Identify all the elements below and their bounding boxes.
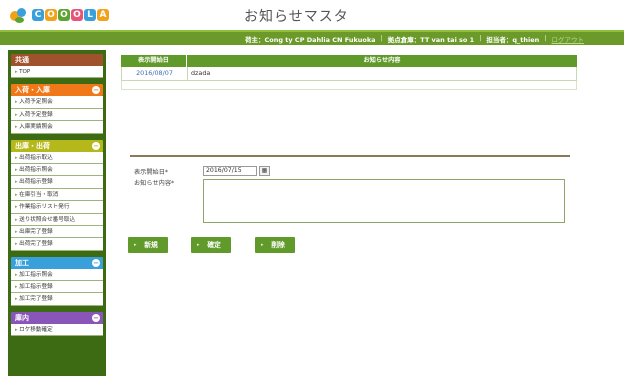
sidebar-item[interactable]: 入荷予定照会 xyxy=(11,96,103,109)
sidebar-group-header[interactable]: 庫内 − xyxy=(11,311,103,324)
user-info-bar: 荷主：Cong ty CP Dahlia CN Fukuoka | 拠点倉庫：T… xyxy=(0,30,624,45)
sidebar-group-title: 庫内 xyxy=(15,313,29,322)
sidebar-item[interactable]: 入荷予定登録 xyxy=(11,108,103,122)
content-textarea[interactable] xyxy=(203,179,565,223)
column-header-content[interactable]: お知らせ内容 xyxy=(187,55,577,67)
app-logo[interactable]: COOOLA xyxy=(8,5,109,25)
sidebar-item[interactable]: 出庫完了登録 xyxy=(11,225,103,239)
sidebar-item[interactable]: 入庫実績照会 xyxy=(11,121,103,134)
sidebar-item[interactable]: 加工指示登録 xyxy=(11,281,103,294)
start-date-input[interactable]: 2016/07/15 xyxy=(203,166,257,176)
warehouse-info: 拠点倉庫：TT van tai so 1 xyxy=(387,36,475,44)
logo-letter: O xyxy=(58,9,70,21)
sidebar-nav: 共通TOP入荷・入庫−入荷予定照会入荷予定登録入庫実績照会出庫・出荷−出荷指示取… xyxy=(8,50,106,376)
sidebar-item[interactable]: TOP xyxy=(11,66,103,79)
notice-table-header: 表示開始日 お知らせ内容 xyxy=(121,55,577,67)
logo-letter: L xyxy=(84,9,96,21)
sidebar-group: 共通 TOP xyxy=(11,54,103,79)
sidebar-group: 加工 −加工指示照会加工指示登録加工完了登録 xyxy=(11,256,103,306)
sidebar-item[interactable]: 加工指示照会 xyxy=(11,268,103,282)
sidebar-item[interactable]: 作業指示リスト発行 xyxy=(11,201,103,214)
sidebar-item[interactable]: 出荷指示照会 xyxy=(11,163,103,177)
row-date-link[interactable]: 2016/08/07 xyxy=(122,67,188,80)
table-empty-area xyxy=(121,81,577,90)
sidebar-item[interactable]: 出荷指示取込 xyxy=(11,151,103,164)
sidebar-item[interactable]: 加工完了登録 xyxy=(11,293,103,306)
table-row[interactable]: 2016/08/07 dzada xyxy=(121,67,577,81)
sidebar-group-title: 出庫・出荷 xyxy=(15,141,50,150)
collapse-icon[interactable]: − xyxy=(92,86,100,95)
sidebar-item[interactable]: 出荷指示登録 xyxy=(11,176,103,189)
start-date-label: 表示開始日* xyxy=(134,169,169,176)
separator: | xyxy=(544,34,547,42)
separator: | xyxy=(479,34,482,42)
delete-button[interactable]: 削除 xyxy=(255,237,295,253)
new-button[interactable]: 新規 xyxy=(128,237,168,253)
sidebar-item[interactable]: ロケ移動確定 xyxy=(11,323,103,337)
logo-letter: A xyxy=(97,9,109,21)
shipper-info: 荷主：Cong ty CP Dahlia CN Fukuoka xyxy=(245,36,376,44)
sidebar-item[interactable]: 出荷完了登録 xyxy=(11,238,103,251)
sidebar-group-header[interactable]: 出庫・出荷 − xyxy=(11,139,103,152)
sidebar-group: 出庫・出荷 −出荷指示取込出荷指示照会出荷指示登録在庫引当・取消作業指示リスト発行… xyxy=(11,139,103,251)
section-divider xyxy=(130,155,570,157)
logo-icon xyxy=(8,5,30,25)
sidebar-group-header[interactable]: 共通 xyxy=(11,54,103,66)
row-content: dzada xyxy=(191,69,211,77)
sidebar-group: 庫内 −ロケ移動確定 xyxy=(11,311,103,337)
collapse-icon[interactable]: − xyxy=(92,141,100,150)
logo-letter: O xyxy=(71,9,83,21)
sidebar-group-header[interactable]: 加工 − xyxy=(11,256,103,269)
confirm-button[interactable]: 確定 xyxy=(191,237,231,253)
sidebar-group-title: 共通 xyxy=(15,56,29,64)
user-info: 担当者：q_thien xyxy=(486,36,540,44)
sidebar-group-header[interactable]: 入荷・入庫 − xyxy=(11,84,103,97)
logo-wordmark: COOOLA xyxy=(32,9,109,21)
sidebar-item[interactable]: 送り状照合せ番号取込 xyxy=(11,213,103,226)
sidebar-group: 入荷・入庫 −入荷予定照会入荷予定登録入庫実績照会 xyxy=(11,84,103,134)
column-header-start-date[interactable]: 表示開始日 xyxy=(121,55,187,67)
page-title: お知らせマスタ xyxy=(244,9,349,25)
content-label: お知らせ内容* xyxy=(134,180,175,187)
collapse-icon[interactable]: − xyxy=(92,313,100,322)
logo-letter: C xyxy=(32,9,44,21)
logo-letter: O xyxy=(45,9,57,21)
collapse-icon[interactable]: − xyxy=(92,258,100,267)
calendar-icon[interactable]: ▦ xyxy=(259,166,270,176)
sidebar-group-title: 入荷・入庫 xyxy=(15,86,50,95)
logout-link[interactable]: ログアウト xyxy=(552,34,585,44)
sidebar-group-title: 加工 xyxy=(15,258,29,267)
sidebar-item[interactable]: 在庫引当・取消 xyxy=(11,188,103,202)
separator: | xyxy=(380,34,383,42)
app-header: COOOLA お知らせマスタ xyxy=(0,0,624,30)
